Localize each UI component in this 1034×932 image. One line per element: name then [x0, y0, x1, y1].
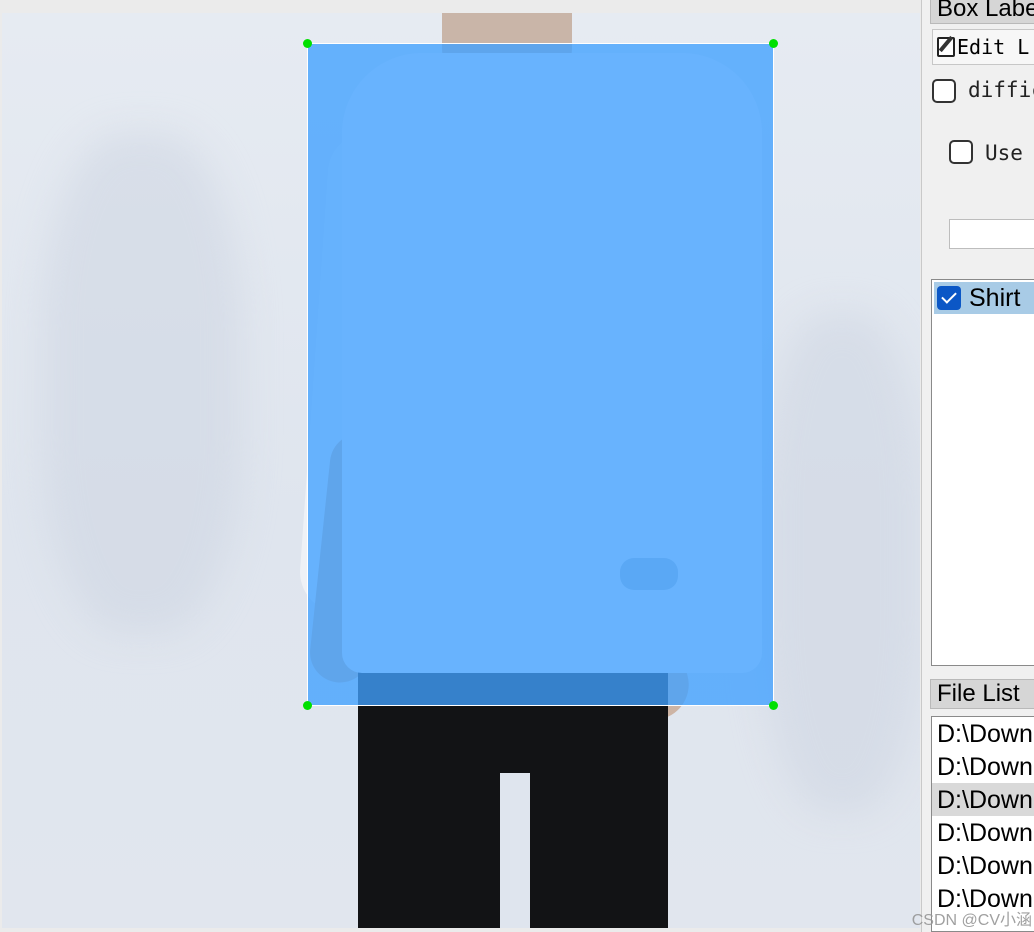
- edit-label-button[interactable]: Edit L: [932, 29, 1034, 65]
- pants-leg-gap: [500, 773, 530, 928]
- file-list-item[interactable]: D:\Down: [932, 816, 1034, 849]
- watermark: CSDN @CV小涵: [911, 912, 1032, 929]
- file-list-item[interactable]: D:\Down: [932, 849, 1034, 882]
- file-list-item-selected[interactable]: D:\Down: [932, 783, 1034, 816]
- wall-shadow: [762, 313, 920, 813]
- resize-handle-bottom-right[interactable]: [769, 701, 778, 710]
- difficult-checkbox[interactable]: [932, 79, 956, 103]
- use-default-label-checkbox[interactable]: [949, 140, 973, 164]
- file-list-item[interactable]: D:\Down: [932, 750, 1034, 783]
- default-label-input[interactable]: [949, 219, 1034, 249]
- bounding-box-shirt[interactable]: [303, 39, 778, 710]
- resize-handle-top-right[interactable]: [769, 39, 778, 48]
- edit-icon: [937, 37, 955, 57]
- use-default-label-text: Use: [985, 141, 1023, 165]
- file-list-panel-title: File List: [930, 679, 1034, 709]
- label-item-name: Shirt: [969, 284, 1021, 312]
- difficult-label: diffic: [968, 78, 1034, 102]
- label-list-item[interactable]: Shirt: [934, 282, 1034, 314]
- box-labels-panel-title: Box Labe: [930, 0, 1034, 24]
- label-visible-checkbox[interactable]: [937, 286, 961, 310]
- right-dock: Box Labe Edit L diffic Use Shirt File Li…: [922, 0, 1034, 932]
- edit-label-text: Edit L: [957, 35, 1030, 59]
- resize-handle-top-left[interactable]: [303, 39, 312, 48]
- wall-shadow: [42, 133, 242, 633]
- resize-handle-bottom-left[interactable]: [303, 701, 312, 710]
- file-list[interactable]: D:\Down D:\Down D:\Down D:\Down D:\Down …: [931, 716, 1034, 932]
- label-list[interactable]: Shirt: [931, 279, 1034, 666]
- image-canvas[interactable]: [0, 0, 922, 932]
- file-list-item[interactable]: D:\Down: [932, 717, 1034, 750]
